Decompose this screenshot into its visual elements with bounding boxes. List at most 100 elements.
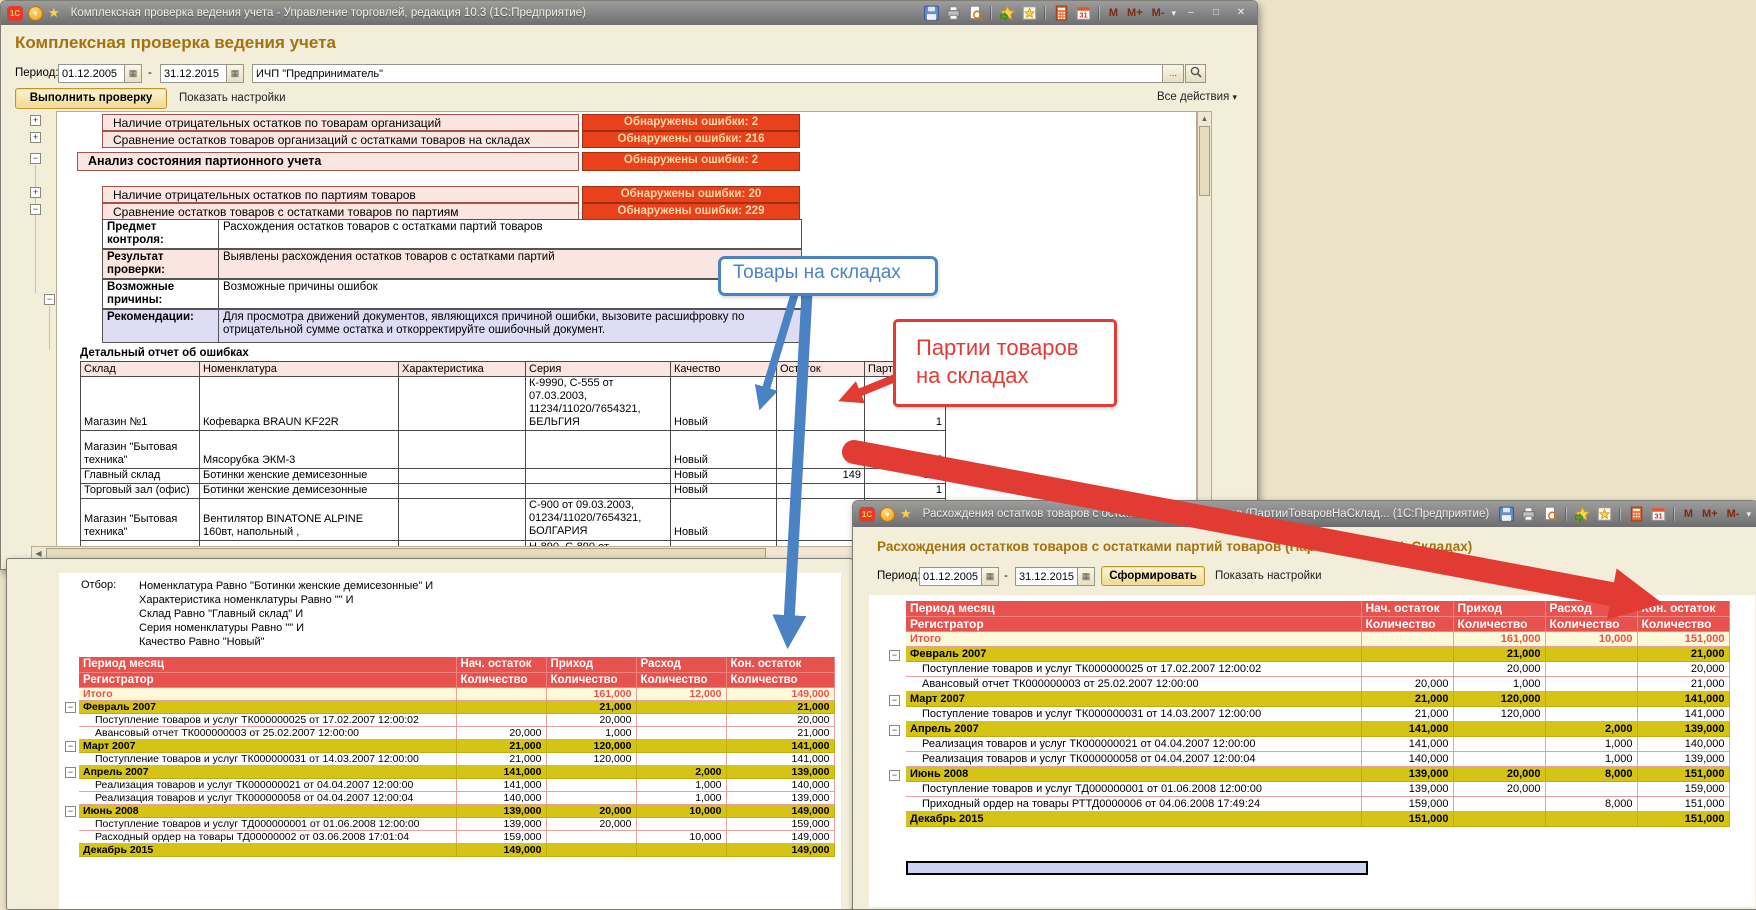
row-label[interactable]: Апрель 2007 (79, 765, 456, 778)
error-cell[interactable]: Магазин "Бытовая техника" (81, 431, 200, 469)
print-icon[interactable] (1520, 506, 1537, 522)
error-cell[interactable]: Главный склад (81, 469, 200, 484)
calendar-icon[interactable]: 31 (1075, 5, 1092, 21)
show-settings-link[interactable]: Показать настройки (179, 92, 286, 104)
quantity-cell[interactable]: 21,000 (1361, 706, 1453, 721)
quantity-cell[interactable]: 159,000 (726, 817, 834, 830)
show-settings-link[interactable]: Показать настройки (1215, 570, 1322, 582)
report-row-group[interactable]: Декабрь 2015151,000151,000 (906, 811, 1729, 826)
quantity-cell[interactable]: 149,000 (726, 843, 834, 856)
quantity-cell[interactable]: 20,000 (1453, 766, 1545, 781)
column-header[interactable]: Регистратор (906, 616, 1361, 631)
error-cell[interactable] (399, 377, 526, 431)
print-preview-icon[interactable] (1542, 506, 1559, 522)
quantity-cell[interactable] (636, 713, 726, 726)
report-row-total[interactable]: Итого161,00012,000149,000 (79, 687, 834, 700)
scroll-up-icon[interactable]: ▲ (1198, 112, 1211, 125)
quantity-cell[interactable] (1545, 781, 1637, 796)
quantity-cell[interactable] (636, 843, 726, 856)
calendar-picker-icon[interactable]: ▦ (981, 568, 998, 585)
quantity-cell[interactable] (546, 791, 636, 804)
calendar-picker-icon[interactable]: ▦ (124, 65, 141, 82)
column-header[interactable]: Количество (1637, 616, 1729, 631)
save-icon[interactable] (1498, 506, 1515, 522)
quantity-cell[interactable]: 149,000 (726, 687, 834, 700)
quantity-cell[interactable] (456, 687, 546, 700)
error-cell[interactable]: Магазин №1 (81, 377, 200, 431)
report-row-doc[interactable]: Авансовый отчет ТК000000003 от 25.02.200… (79, 726, 834, 739)
row-label[interactable]: Итого (79, 687, 456, 700)
column-header[interactable]: Количество (636, 672, 726, 687)
report-row-doc[interactable]: Реализация товаров и услуг ТК000000058 о… (79, 791, 834, 804)
error-cell[interactable] (526, 484, 671, 499)
quantity-cell[interactable] (1453, 811, 1545, 826)
quantity-cell[interactable]: 21,000 (546, 700, 636, 713)
error-row[interactable]: Магазин "Бытовая техника"Вентилятор BINA… (81, 499, 946, 541)
quantity-cell[interactable]: 20,000 (1637, 661, 1729, 676)
quantity-cell[interactable] (636, 726, 726, 739)
quantity-cell[interactable]: 2,000 (636, 765, 726, 778)
collapse-toggle[interactable] (65, 806, 76, 817)
quantity-cell[interactable] (1545, 811, 1637, 826)
error-cell[interactable]: Магазин "Бытовая техника" (81, 499, 200, 541)
memory-recall-button[interactable]: M (1682, 508, 1695, 520)
search-button[interactable] (1185, 64, 1206, 83)
quantity-cell[interactable]: 159,000 (456, 830, 546, 843)
memory-add-button[interactable]: M+ (1700, 508, 1720, 520)
quantity-cell[interactable]: 139,000 (1637, 721, 1729, 736)
quantity-cell[interactable] (1361, 631, 1453, 646)
quantity-cell[interactable]: 149,000 (726, 830, 834, 843)
run-check-button[interactable]: Выполнить проверку (15, 88, 167, 109)
error-cell[interactable]: К-9990, С-555 от 07.03.2003, 11234/11020… (526, 377, 671, 431)
collapse-toggle[interactable] (65, 702, 76, 713)
column-header[interactable]: Период месяц (79, 657, 456, 672)
quantity-cell[interactable] (636, 700, 726, 713)
quantity-cell[interactable] (636, 817, 726, 830)
report-row-group[interactable]: Июнь 2008139,00020,00010,000149,000 (79, 804, 834, 817)
row-label[interactable]: Декабрь 2015 (79, 843, 456, 856)
period-from-input[interactable]: 01.12.2005 ▦ (58, 64, 142, 83)
quantity-cell[interactable]: 139,000 (1637, 751, 1729, 766)
quantity-cell[interactable] (636, 752, 726, 765)
quantity-cell[interactable]: 2,000 (1545, 721, 1637, 736)
report-row-doc[interactable]: Реализация товаров и услуг ТК000000058 о… (906, 751, 1729, 766)
error-cell[interactable]: С-900 от 09.03.2003, 01234/11020/7654321… (526, 499, 671, 541)
quantity-cell[interactable] (1545, 661, 1637, 676)
check-row[interactable]: Анализ состояния партионного учетаОбнару… (77, 152, 800, 171)
row-label[interactable]: Поступление товаров и услуг ТК000000025 … (79, 713, 456, 726)
report-row-doc[interactable]: Приходный ордер на товары РТТД0000006 от… (906, 796, 1729, 811)
quantity-cell[interactable]: 120,000 (546, 752, 636, 765)
check-row[interactable]: Наличие отрицательных остатков по партия… (77, 186, 800, 203)
minimize-button[interactable]: – (1181, 6, 1201, 21)
column-header[interactable]: Нач. остаток (456, 657, 546, 672)
quantity-cell[interactable]: 1,000 (1453, 676, 1545, 691)
quantity-cell[interactable] (1545, 706, 1637, 721)
error-cell[interactable] (399, 499, 526, 541)
favorites-list-icon[interactable] (1021, 5, 1038, 21)
row-label[interactable]: Поступление товаров и услуг ТД000000001 … (906, 781, 1361, 796)
report-row-doc[interactable]: Поступление товаров и услуг ТД000000001 … (906, 781, 1729, 796)
calendar-picker-icon[interactable]: ▦ (226, 65, 243, 82)
report-row-group[interactable]: Декабрь 2015149,000149,000 (79, 843, 834, 856)
quantity-cell[interactable]: 120,000 (546, 739, 636, 752)
quantity-cell[interactable]: 141,000 (456, 778, 546, 791)
collapse-toggle[interactable] (30, 204, 41, 215)
row-label[interactable]: Расходный ордер на товары ТД00000002 от … (79, 830, 456, 843)
quantity-cell[interactable]: 141,000 (1637, 706, 1729, 721)
quantity-cell[interactable]: 1,000 (636, 778, 726, 791)
quantity-cell[interactable]: 120,000 (1453, 706, 1545, 721)
calculator-icon[interactable] (1628, 506, 1645, 522)
add-favorite-icon[interactable] (1574, 506, 1591, 522)
row-label[interactable]: Приходный ордер на товары РТТД0000006 от… (906, 796, 1361, 811)
maximize-button[interactable]: □ (1206, 6, 1226, 21)
row-label[interactable]: Реализация товаров и услуг ТК000000058 о… (906, 751, 1361, 766)
quantity-cell[interactable]: 140,000 (1361, 751, 1453, 766)
quantity-cell[interactable]: 149,000 (726, 804, 834, 817)
report-row-group[interactable]: Февраль 200721,00021,000 (79, 700, 834, 713)
row-label[interactable]: Июнь 2008 (906, 766, 1361, 781)
period-to-input[interactable]: 31.12.2015 ▦ (160, 64, 244, 83)
error-row[interactable]: Торговый зал (офис)Ботинки женские демис… (81, 484, 946, 499)
vertical-scrollbar[interactable]: ▲ ▼ (1197, 111, 1212, 547)
row-label[interactable]: Поступление товаров и услуг ТК000000031 … (79, 752, 456, 765)
system-menu-button[interactable]: ▾ (28, 6, 43, 21)
